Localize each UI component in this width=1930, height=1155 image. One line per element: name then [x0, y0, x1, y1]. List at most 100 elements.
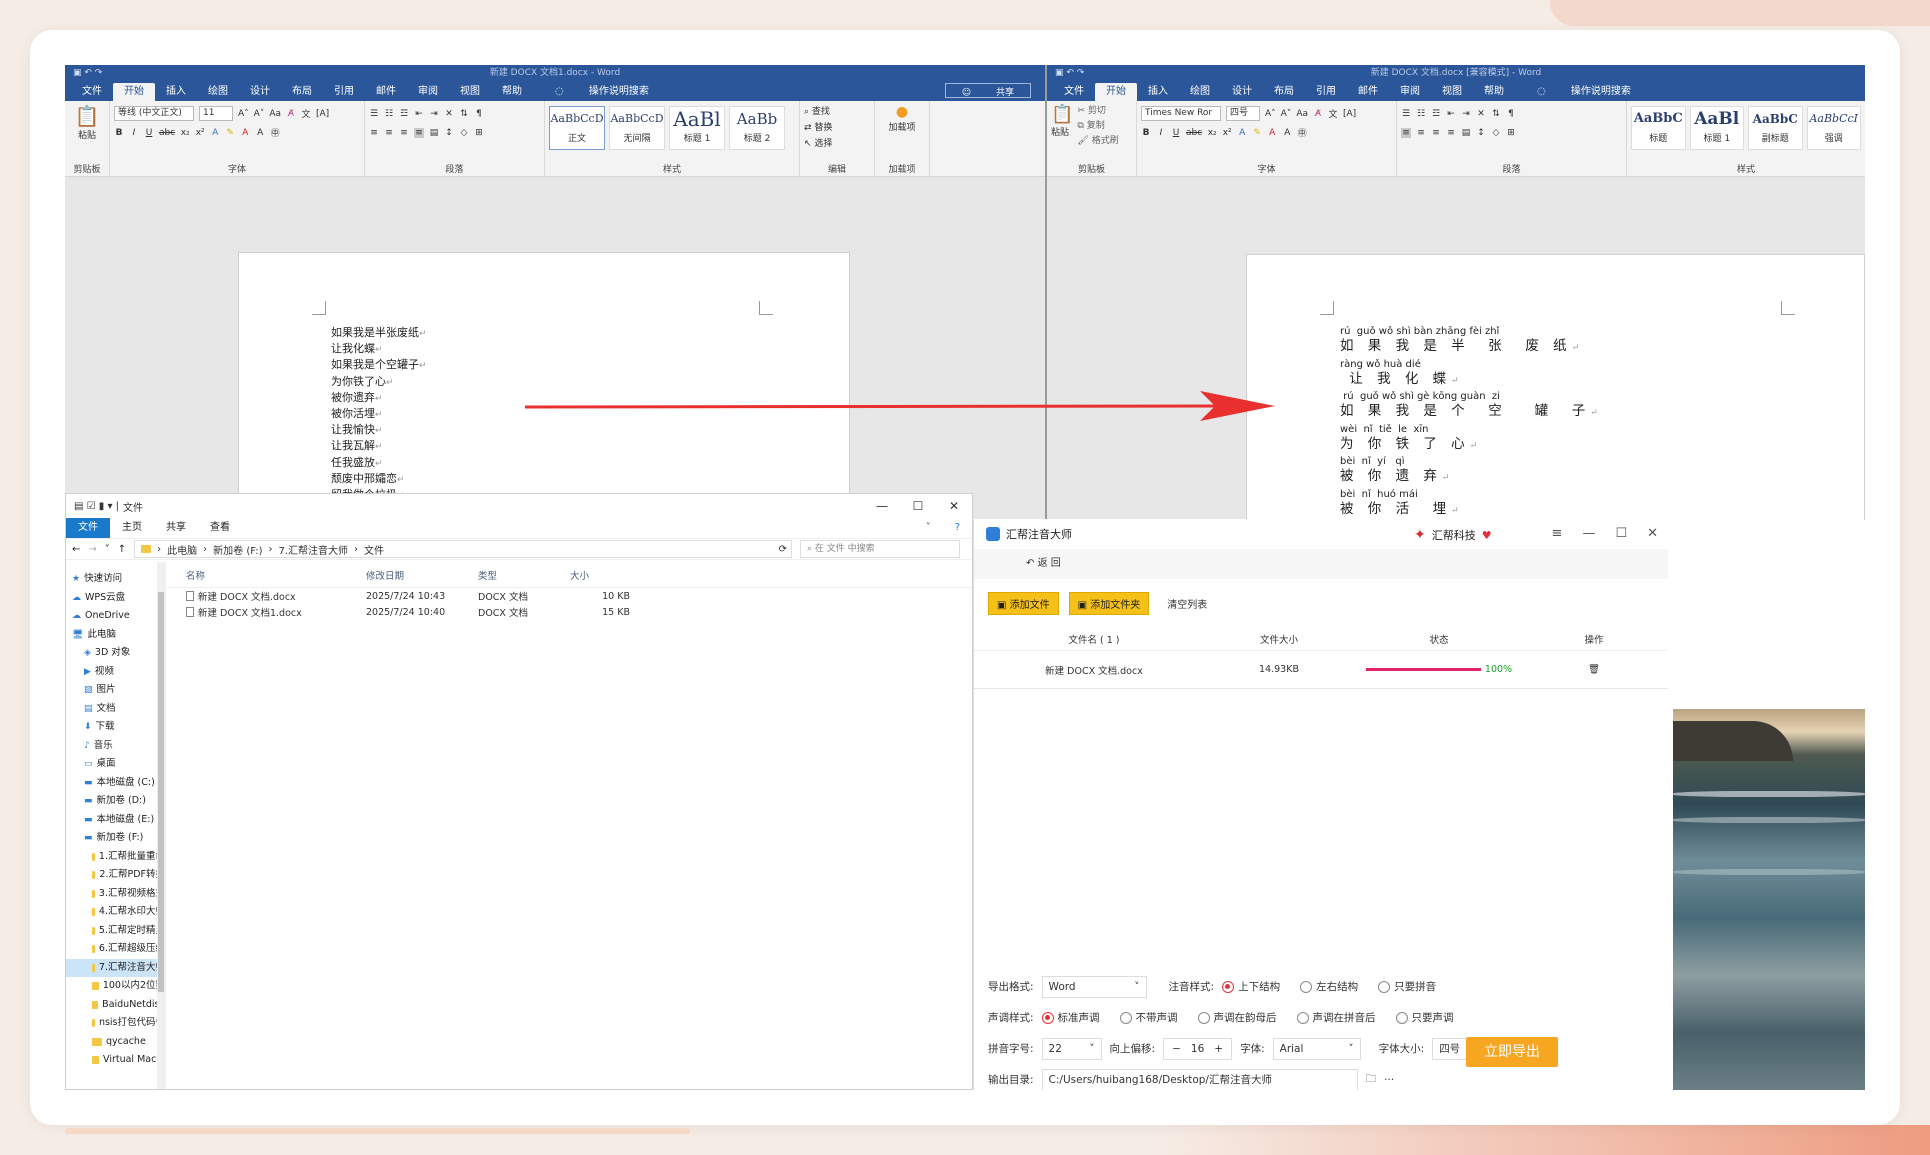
more-icon[interactable]: ··· [1384, 1074, 1394, 1086]
nav-item[interactable]: 5.汇帮定时精灵 [66, 922, 165, 941]
breadcrumb-item[interactable]: 文件 [364, 542, 384, 557]
font-name-select[interactable]: 等线 (中文正文) [114, 106, 194, 121]
minimize-icon[interactable]: — [864, 494, 900, 518]
subscript-icon[interactable]: x₂ [180, 128, 190, 138]
borders-icon[interactable]: ⊞ [474, 128, 484, 138]
phonetic-guide-icon[interactable]: 文 [1328, 107, 1338, 120]
align-right-icon[interactable]: ≡ [1431, 128, 1441, 138]
cut-button[interactable]: ✂ 剪切 [1077, 104, 1118, 119]
tab-review[interactable]: 审阅 [1389, 83, 1431, 101]
nav-item[interactable]: ★ 快速访问 [66, 570, 165, 589]
decrease-indent-icon[interactable]: ⇤ [414, 109, 424, 119]
font-name-select[interactable]: Times New Ror [1141, 106, 1221, 121]
radio-left-right[interactable]: 左右结构 [1300, 979, 1358, 994]
select-button[interactable]: ↖ 选择 [804, 136, 870, 152]
style-no-spacing[interactable]: AaBbCcD 无间隔 [609, 106, 665, 150]
tab-home[interactable]: 开始 [1095, 83, 1137, 101]
clear-list-button[interactable]: 清空列表 [1159, 596, 1207, 611]
radio-tone-after-final[interactable]: 声调在韵母后 [1197, 1010, 1277, 1025]
grow-font-icon[interactable]: A˄ [1265, 109, 1276, 119]
tab-layout[interactable]: 布局 [281, 83, 323, 101]
shrink-font-icon[interactable]: A˅ [254, 109, 265, 119]
paste-label[interactable]: 粘贴 [1051, 125, 1073, 138]
tab-file[interactable]: 文件 [66, 518, 110, 538]
pinyin-document-text[interactable]: rú guǒ wǒ shì bàn zhāng fèi zhǐ 如 果 我 是 半… [1340, 325, 1598, 520]
enclose-char-icon[interactable]: ㊥ [1297, 126, 1307, 139]
style-subtitle[interactable]: AaBbC 副标题 [1748, 106, 1803, 150]
copy-button[interactable]: ⧉ 复制 [1077, 119, 1118, 134]
style-normal[interactable]: AaBbCcD 正文 [549, 106, 605, 150]
align-center-icon[interactable]: ≡ [1416, 128, 1426, 138]
minus-icon[interactable]: − [1172, 1043, 1181, 1055]
text-effects-icon[interactable]: A [210, 128, 220, 138]
quick-access-icons[interactable]: ▣ ↶ ↷ [73, 65, 102, 81]
nav-item[interactable]: ▬ 本地磁盘 (E:) [66, 811, 165, 830]
strikethrough-icon[interactable]: abc [159, 128, 175, 138]
breadcrumb-item[interactable]: 新加卷 (F:) [213, 542, 262, 557]
tab-draw[interactable]: 绘图 [1179, 83, 1221, 101]
addin-icon[interactable]: ● [879, 104, 925, 120]
heart-icon[interactable]: ♥ [1482, 529, 1492, 542]
grow-font-icon[interactable]: A˄ [238, 109, 249, 119]
nav-item[interactable]: ▤ 文档 [66, 700, 165, 719]
justify-icon[interactable]: ≡ [1446, 128, 1456, 138]
recent-icon[interactable]: ˅ [105, 544, 110, 555]
back-icon[interactable]: ← [72, 544, 80, 555]
search-input[interactable]: ⌕ 在 文件 中搜索 [800, 540, 960, 558]
nav-item[interactable]: nsis打包代码备 [66, 1014, 165, 1033]
phonetic-guide-icon[interactable]: 文 [301, 107, 311, 120]
enclose-char-icon[interactable]: ㊥ [270, 126, 280, 139]
pinyin-size-select[interactable]: 22 ˅ [1041, 1037, 1102, 1060]
char-shading-icon[interactable]: A [1282, 128, 1292, 138]
distributed-icon[interactable]: ▤ [429, 128, 439, 138]
shading-icon[interactable]: ◇ [1491, 128, 1501, 138]
breadcrumb-item[interactable]: 此电脑 [167, 542, 197, 557]
tab-references[interactable]: 引用 [323, 83, 365, 101]
output-path-field[interactable]: C:/Users/huibang168/Desktop/汇帮注音大师 [1041, 1068, 1358, 1090]
export-now-button[interactable]: 立即导出 [1466, 1037, 1558, 1067]
highlight-icon[interactable]: ✎ [1252, 128, 1262, 138]
export-format-select[interactable]: Word ˅ [1041, 975, 1147, 998]
tab-insert[interactable]: 插入 [1137, 83, 1179, 101]
text-effects-icon[interactable]: A [1237, 128, 1247, 138]
decrease-indent-icon[interactable]: ⇤ [1446, 109, 1456, 119]
nav-item[interactable]: ▭ 桌面 [66, 755, 165, 774]
increase-indent-icon[interactable]: ⇥ [1461, 109, 1471, 119]
font-color-icon[interactable]: A [1267, 128, 1277, 138]
tab-insert[interactable]: 插入 [155, 83, 197, 101]
folder-open-icon[interactable]: 🗀 [1366, 1071, 1377, 1089]
highlight-icon[interactable]: ✎ [225, 128, 235, 138]
tab-references[interactable]: 引用 [1305, 83, 1347, 101]
show-marks-icon[interactable]: ¶ [474, 109, 484, 119]
multilevel-list-icon[interactable]: ☲ [399, 109, 409, 119]
nav-item[interactable]: ☁ WPS云盘 [66, 589, 165, 608]
radio-standard-tone[interactable]: 标准声调 [1041, 1010, 1100, 1025]
nav-item[interactable]: BaiduNetdisk [66, 996, 165, 1015]
paste-icon[interactable]: 📋 [69, 104, 105, 128]
nav-item[interactable]: 4.汇帮水印大师 [66, 903, 165, 922]
underline-icon[interactable]: U [144, 128, 154, 138]
nav-item[interactable]: ◈ 3D 对象 [66, 644, 165, 663]
subscript-icon[interactable]: x₂ [1207, 128, 1217, 138]
plus-icon[interactable]: + [1214, 1043, 1223, 1055]
font-size-select[interactable]: 11 [199, 106, 233, 121]
file-row[interactable]: 新建 DOCX 文档.docx 2025/7/24 10:43 DOCX 文档 … [166, 588, 972, 604]
address-bar[interactable]: › 此电脑 › 新加卷 (F:) › 7.汇帮注音大师 › 文件 ⟳ [134, 540, 792, 558]
sort-icon[interactable]: ⇅ [459, 109, 469, 119]
radio-no-tone[interactable]: 不带声调 [1119, 1010, 1178, 1025]
nav-item[interactable]: ▬ 新加卷 (F:) [66, 829, 165, 848]
maximize-icon[interactable]: ☐ [900, 494, 936, 518]
tab-mailings[interactable]: 邮件 [365, 83, 407, 101]
superscript-icon[interactable]: x² [195, 128, 205, 138]
nav-item[interactable]: 7.汇帮注音大师 [66, 958, 165, 977]
nav-item[interactable]: 6.汇帮超级压缩 [66, 940, 165, 959]
offset-stepper[interactable]: −16 + [1163, 1037, 1233, 1060]
radio-tone-only[interactable]: 只要声调 [1395, 1010, 1454, 1025]
align-center-icon[interactable]: ≡ [384, 128, 394, 138]
distributed-icon[interactable]: ▤ [1461, 128, 1471, 138]
tab-mailings[interactable]: 邮件 [1347, 83, 1389, 101]
numbering-icon[interactable]: ☷ [1416, 109, 1426, 119]
line-spacing-icon[interactable]: ↕ [1476, 128, 1486, 138]
quick-access-icons[interactable]: ▤ ☑ ▮ ▾ | [74, 501, 119, 512]
sort-icon[interactable]: ⇅ [1491, 109, 1501, 119]
